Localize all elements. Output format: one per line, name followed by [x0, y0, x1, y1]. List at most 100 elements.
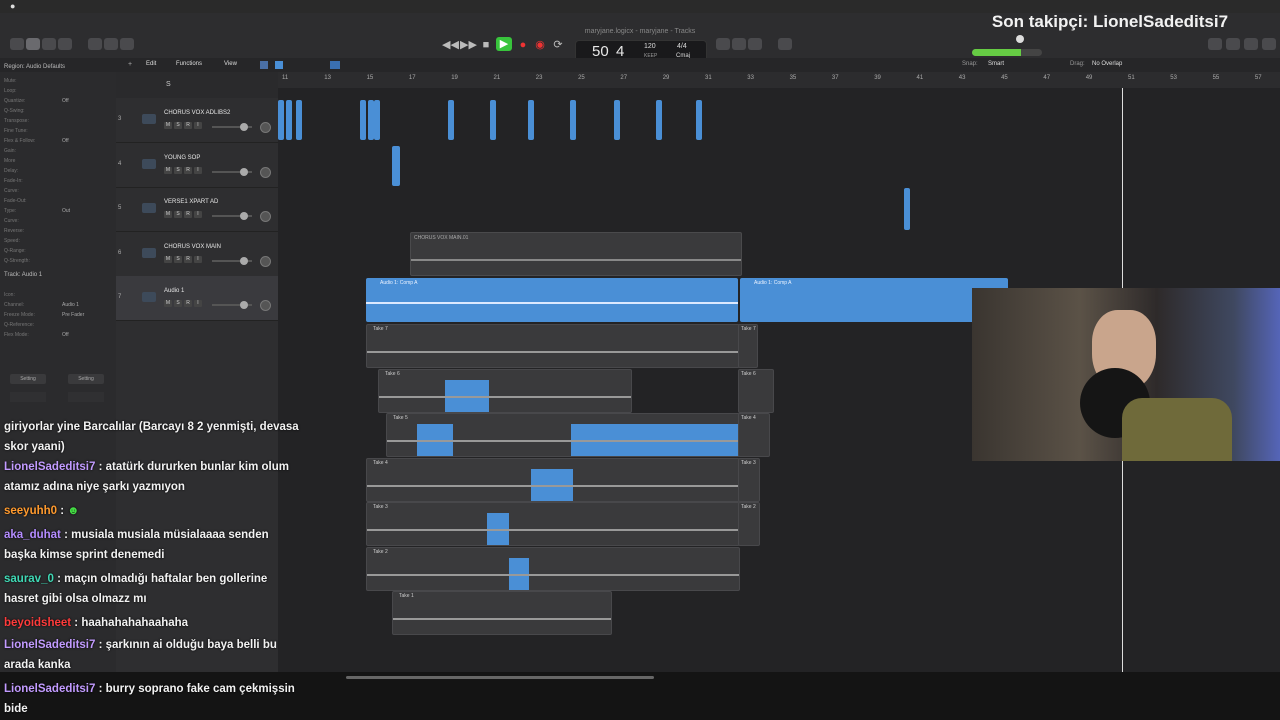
apple-icon[interactable]: ●: [10, 1, 15, 11]
adlib-region[interactable]: [286, 100, 292, 140]
notes-button[interactable]: [1208, 38, 1222, 50]
track-inspector-row[interactable]: Freeze Mode: Pre Fader: [4, 312, 112, 319]
inspector-row[interactable]: Flex & Follow: Off: [4, 138, 112, 145]
take-region[interactable]: Take 1: [392, 591, 612, 635]
track-header[interactable]: 7 Audio 1 MSRI: [116, 276, 278, 321]
track-inspector-row[interactable]: Q-Reference:: [4, 322, 112, 329]
inspector-row-value[interactable]: Out: [62, 208, 70, 214]
track-inspector-row[interactable]: Flex Mode: Off: [4, 332, 112, 339]
track-inspector-row[interactable]: Icon:: [4, 292, 112, 299]
view-menu[interactable]: View: [224, 61, 237, 67]
take-region[interactable]: Take 5: [386, 413, 740, 457]
adlib-region[interactable]: [696, 100, 702, 140]
adlib-region[interactable]: [570, 100, 576, 140]
volume-knob[interactable]: [240, 256, 248, 265]
browser-button[interactable]: [1244, 38, 1258, 50]
input-monitor-button[interactable]: I: [194, 300, 202, 307]
inspector-row[interactable]: Transpose:: [4, 118, 112, 125]
drag-select[interactable]: No Overlap: [1092, 61, 1122, 67]
adlib-region[interactable]: [360, 100, 366, 140]
track-inspector-row-value[interactable]: Pre Fader: [62, 312, 84, 318]
volume-knob[interactable]: [240, 167, 248, 176]
inspector-row[interactable]: Loop:: [4, 88, 112, 95]
record-icon[interactable]: ●: [515, 38, 531, 52]
take-region-right[interactable]: Take 7: [738, 324, 758, 368]
inspector-button[interactable]: [26, 38, 40, 50]
edit-menu[interactable]: Edit: [146, 61, 156, 67]
region-inspector-header[interactable]: Region: Audio Defaults: [4, 64, 65, 70]
volume-slider-knob[interactable]: [1016, 35, 1024, 43]
inspector-row[interactable]: Reverse:: [4, 228, 112, 235]
pan-knob[interactable]: [260, 122, 271, 133]
record-enable-button[interactable]: R: [184, 300, 192, 307]
mute-button[interactable]: M: [164, 255, 172, 263]
adlib-region[interactable]: [296, 100, 302, 140]
track-header[interactable]: 5 VERSE1 XPART AD M S R I: [116, 187, 278, 232]
functions-menu[interactable]: Functions: [176, 61, 202, 67]
take-region[interactable]: Take 6: [378, 368, 632, 413]
inspector-row[interactable]: More: [4, 158, 112, 165]
inspector-row[interactable]: Q-Range:: [4, 248, 112, 255]
take-region[interactable]: Take 4: [366, 457, 740, 502]
list-button[interactable]: [1262, 38, 1276, 50]
horizontal-scrollbar[interactable]: [346, 676, 654, 679]
inspector-row[interactable]: Fade-In:: [4, 178, 112, 185]
smart-controls-button[interactable]: [88, 38, 102, 50]
inspector-row[interactable]: Q-Strength:: [4, 258, 112, 265]
loops-button[interactable]: [1226, 38, 1240, 50]
catch-icon[interactable]: [330, 61, 340, 69]
track-name[interactable]: CHORUS VOX MAIN: [164, 244, 221, 250]
adlib-region[interactable]: [374, 100, 380, 140]
setting-button-left[interactable]: Setting: [10, 374, 46, 384]
volume-knob[interactable]: [240, 301, 248, 309]
inspector-row[interactable]: Quantize: Off: [4, 98, 112, 105]
mixer-button[interactable]: [104, 38, 118, 50]
record-enable-button[interactable]: R: [184, 166, 192, 174]
solo-button[interactable]: S: [174, 122, 182, 129]
bar-ruler[interactable]: 11 13 15 17 19 21 23 25 27 29 31 33 35 37 39 41 43 45 47 49…: [278, 72, 1280, 89]
eq-slot-left[interactable]: [10, 392, 46, 402]
stop-icon[interactable]: ■: [478, 38, 494, 52]
input-monitor-button[interactable]: I: [194, 122, 202, 129]
pan-knob[interactable]: [260, 255, 271, 267]
snap-select[interactable]: Smart: [988, 61, 1004, 67]
count-in-button[interactable]: [732, 38, 746, 50]
inspector-row[interactable]: Curve:: [4, 188, 112, 195]
mute-button[interactable]: M: [164, 122, 172, 129]
setting-button-right[interactable]: Setting: [68, 374, 104, 384]
inspector-row[interactable]: Gain:: [4, 148, 112, 155]
help-button[interactable]: [42, 38, 56, 50]
track-header[interactable]: 6 CHORUS VOX MAIN M S R I: [116, 232, 278, 277]
inspector-row-value[interactable]: Off: [62, 98, 69, 104]
input-monitor-button[interactable]: I: [194, 166, 202, 174]
solo-button[interactable]: S: [174, 211, 182, 218]
inspector-row-value[interactable]: Off: [62, 138, 69, 144]
capture-record-icon[interactable]: ◉: [532, 38, 548, 52]
take-region-right[interactable]: Take 6: [738, 368, 774, 413]
mute-button[interactable]: M: [164, 211, 172, 218]
input-monitor-button[interactable]: I: [194, 255, 202, 263]
take-region[interactable]: Take 7: [366, 324, 740, 368]
adlib-region[interactable]: [614, 100, 620, 140]
toolbar-toggle-button[interactable]: [58, 38, 72, 50]
master-volume-meter[interactable]: [972, 49, 1042, 56]
eq-slot-right[interactable]: [68, 392, 104, 402]
solo-button[interactable]: S: [174, 255, 182, 263]
editors-button[interactable]: [120, 38, 134, 50]
inspector-row[interactable]: Mute:: [4, 78, 112, 85]
inspector-row[interactable]: Fine Tune:: [4, 128, 112, 135]
list-view-icon[interactable]: [275, 61, 283, 69]
solo-button[interactable]: S: [174, 166, 182, 174]
inspector-row[interactable]: Curve:: [4, 218, 112, 225]
record-enable-button[interactable]: R: [184, 211, 192, 218]
library-button[interactable]: [10, 38, 24, 50]
track-name[interactable]: VERSE1 XPART AD: [164, 199, 218, 205]
volume-knob[interactable]: [240, 123, 248, 131]
take-region-right[interactable]: Take 4: [738, 413, 770, 457]
inspector-row[interactable]: Fade-Out:: [4, 198, 112, 205]
record-enable-button[interactable]: R: [184, 255, 192, 263]
forward-icon[interactable]: ▶▶: [460, 38, 477, 52]
rewind-icon[interactable]: ◀◀: [442, 38, 459, 52]
track-header[interactable]: 4 YOUNG SOP M S R I: [116, 143, 278, 188]
track-name[interactable]: YOUNG SOP: [164, 155, 200, 161]
